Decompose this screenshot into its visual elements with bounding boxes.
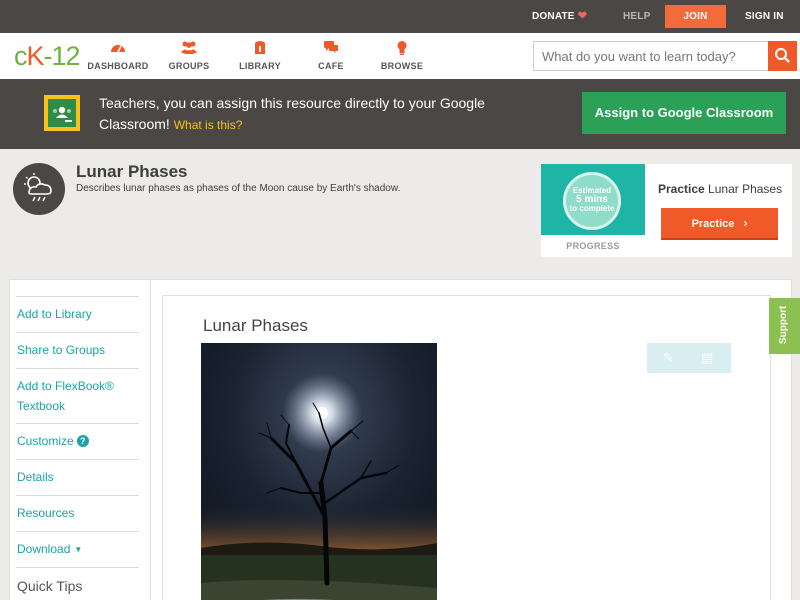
sidebar-item-share-to-groups[interactable]: Share to Groups — [16, 332, 139, 368]
what-is-this-link[interactable]: What is this? — [174, 118, 243, 132]
nav-library[interactable]: LIBRARY — [225, 40, 295, 71]
practice-title: Practice Lunar Phases — [658, 182, 783, 196]
estimated-time-badge: Estimated 5 mins to complete — [563, 172, 621, 230]
search-input[interactable] — [542, 42, 767, 70]
concept-title: Lunar Phases — [203, 316, 308, 335]
nav-groups[interactable]: GROUPS — [154, 40, 224, 71]
help-icon[interactable]: ? — [76, 435, 89, 447]
main-nav: cK-12 DASHBOARD GROUPS LIBRARY CAFE BROW… — [0, 33, 800, 79]
progress-label: PROGRESS — [566, 241, 620, 251]
notes-icon[interactable]: ▤ — [701, 350, 713, 366]
groups-icon — [154, 40, 224, 56]
sidebar-quick-tips[interactable]: Quick Tips — [16, 567, 139, 600]
sidebar-divider — [150, 280, 151, 600]
google-classroom-icon — [44, 95, 80, 131]
sidebar-item-add-to-library[interactable]: Add to Library — [16, 296, 139, 332]
lesson-title: Lunar Phases — [76, 162, 188, 181]
sidebar-item-details[interactable]: Details — [16, 459, 139, 495]
moon-tree-photo — [201, 343, 437, 600]
sidebar-item-download[interactable]: Download ▼ — [16, 531, 139, 567]
search-box — [533, 41, 797, 71]
top-utility-bar: DONATE ❤ HELP JOIN SIGN IN — [0, 0, 800, 33]
banner-message: Teachers, you can assign this resource d… — [99, 95, 485, 132]
practice-button[interactable]: Practice › — [661, 208, 778, 238]
donate-link[interactable]: DONATE ❤ — [532, 0, 587, 33]
caret-down-icon: ▼ — [74, 545, 83, 554]
cafe-icon — [296, 40, 366, 56]
search-icon — [775, 48, 790, 63]
practice-thumbnail[interactable]: Estimated 5 mins to complete — [541, 164, 645, 235]
ck12-logo[interactable]: cK-12 — [14, 41, 81, 71]
pencil-icon[interactable]: ✎ — [663, 350, 674, 366]
browse-icon — [367, 40, 437, 56]
sidebar-item-customize[interactable]: Customize? — [16, 423, 139, 459]
join-button[interactable]: JOIN — [665, 5, 726, 28]
annotation-toolbar: ✎ ▤ — [647, 343, 731, 373]
help-link[interactable]: HELP — [623, 0, 650, 33]
support-tab[interactable]: Support — [769, 298, 800, 354]
google-classroom-banner: Teachers, you can assign this resource d… — [0, 79, 800, 149]
sidebar-item-resources[interactable]: Resources — [16, 495, 139, 531]
heart-icon: ❤ — [577, 10, 588, 22]
chevron-right-icon: › — [743, 215, 748, 230]
weather-icon — [13, 163, 65, 215]
assign-to-google-classroom-button[interactable]: Assign to Google Classroom — [582, 92, 786, 134]
content-area: Add to Library Share to Groups Add to Fl… — [9, 279, 792, 600]
nav-browse[interactable]: BROWSE — [367, 40, 437, 71]
library-icon — [225, 40, 295, 56]
sign-in-link[interactable]: SIGN IN — [745, 0, 784, 33]
sidebar-item-add-to-flexbook[interactable]: Add to FlexBook® Textbook — [16, 368, 139, 423]
practice-card: Estimated 5 mins to complete PROGRESS Pr… — [541, 164, 792, 257]
nav-dashboard[interactable]: DASHBOARD — [83, 40, 153, 71]
sidebar: Add to Library Share to Groups Add to Fl… — [10, 280, 151, 600]
nav-cafe[interactable]: CAFE — [296, 40, 366, 71]
lesson-description: Describes lunar phases as phases of the … — [76, 183, 401, 194]
search-button[interactable] — [768, 41, 797, 71]
dashboard-icon — [83, 40, 153, 56]
main-panel: Lunar Phases ✎ ▤ — [162, 295, 771, 600]
